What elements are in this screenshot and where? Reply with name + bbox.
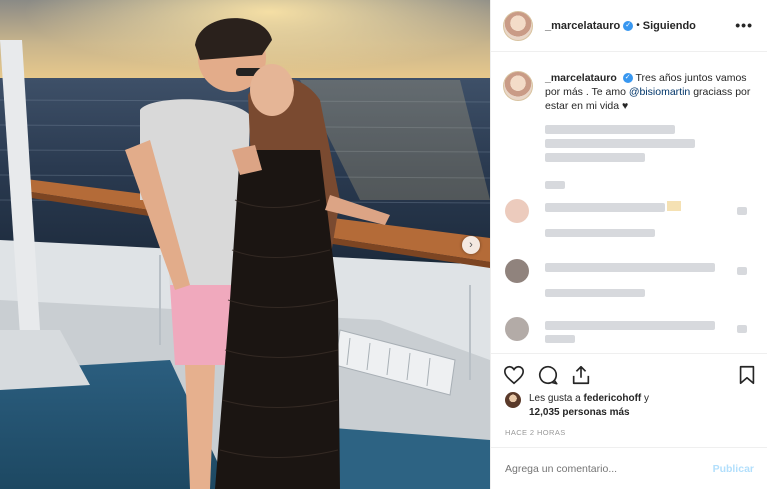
blurred-comment: [545, 203, 665, 212]
blurred-text: [545, 125, 675, 134]
caption-mention[interactable]: @bisiomartin: [629, 86, 690, 98]
blurred-text: [545, 139, 695, 148]
instagram-post: › _marcelatauro ✓ • Siguiendo ••• _marce…: [0, 0, 767, 489]
photo-scene: [0, 0, 490, 489]
author-username[interactable]: _marcelatauro: [545, 20, 620, 32]
liker-avatar[interactable]: [505, 392, 521, 408]
comments-section: _marcelatauro ✓ Tres años juntos vamos p…: [491, 53, 767, 350]
likes-count[interactable]: 12,035 personas más: [529, 407, 630, 418]
verified-badge-icon: ✓: [622, 73, 633, 84]
header-separator: •: [636, 20, 640, 31]
caption: _marcelatauro ✓ Tres años juntos vamos p…: [503, 71, 756, 113]
post-side-panel: _marcelatauro ✓ • Siguiendo ••• _marcela…: [490, 0, 767, 489]
heart-emoji: ♥: [622, 100, 629, 112]
caption-avatar[interactable]: [503, 71, 533, 101]
verified-badge-icon: ✓: [623, 20, 634, 31]
comment-avatar[interactable]: [505, 317, 529, 341]
following-button[interactable]: Siguiendo: [643, 20, 696, 32]
liker-username[interactable]: federicohoff: [583, 393, 641, 404]
blurred-like: [737, 325, 747, 333]
comment-avatar[interactable]: [505, 259, 529, 283]
author-avatar[interactable]: [503, 10, 533, 41]
blurred-like: [737, 207, 747, 215]
add-comment-bar: Publicar: [491, 447, 767, 489]
blurred-comment: [545, 229, 655, 237]
blurred-comment: [545, 321, 715, 330]
heart-icon[interactable]: [503, 364, 525, 386]
publish-button[interactable]: Publicar: [713, 463, 754, 475]
post-header: _marcelatauro ✓ • Siguiendo •••: [491, 0, 767, 52]
blurred-comment: [545, 335, 575, 343]
caption-username[interactable]: _marcelatauro: [545, 72, 617, 84]
likes-middle: y: [641, 393, 650, 404]
likes-summary: Les gusta a federicohoff y 12,035 person…: [505, 392, 649, 420]
next-photo-arrow-icon[interactable]: ›: [462, 236, 480, 254]
post-timestamp[interactable]: HACE 2 HORAS: [505, 428, 566, 437]
action-bar: [491, 353, 767, 393]
likes-text: Les gusta a federicohoff y 12,035 person…: [529, 392, 649, 420]
comment-input[interactable]: [505, 462, 713, 475]
blurred-emoji: [667, 201, 681, 211]
bookmark-icon[interactable]: [736, 364, 758, 386]
caption-text: _marcelatauro ✓ Tres años juntos vamos p…: [545, 71, 756, 113]
blurred-comment: [545, 289, 645, 297]
likes-prefix: Les gusta a: [529, 393, 584, 404]
comment-icon[interactable]: [537, 364, 559, 386]
comment-avatar[interactable]: [505, 199, 529, 223]
share-icon[interactable]: [570, 364, 592, 386]
blurred-text: [545, 181, 565, 189]
blurred-text: [545, 153, 645, 162]
more-options-icon[interactable]: •••: [735, 17, 753, 33]
blurred-like: [737, 267, 747, 275]
post-photo[interactable]: ›: [0, 0, 490, 489]
blurred-comment: [545, 263, 715, 272]
